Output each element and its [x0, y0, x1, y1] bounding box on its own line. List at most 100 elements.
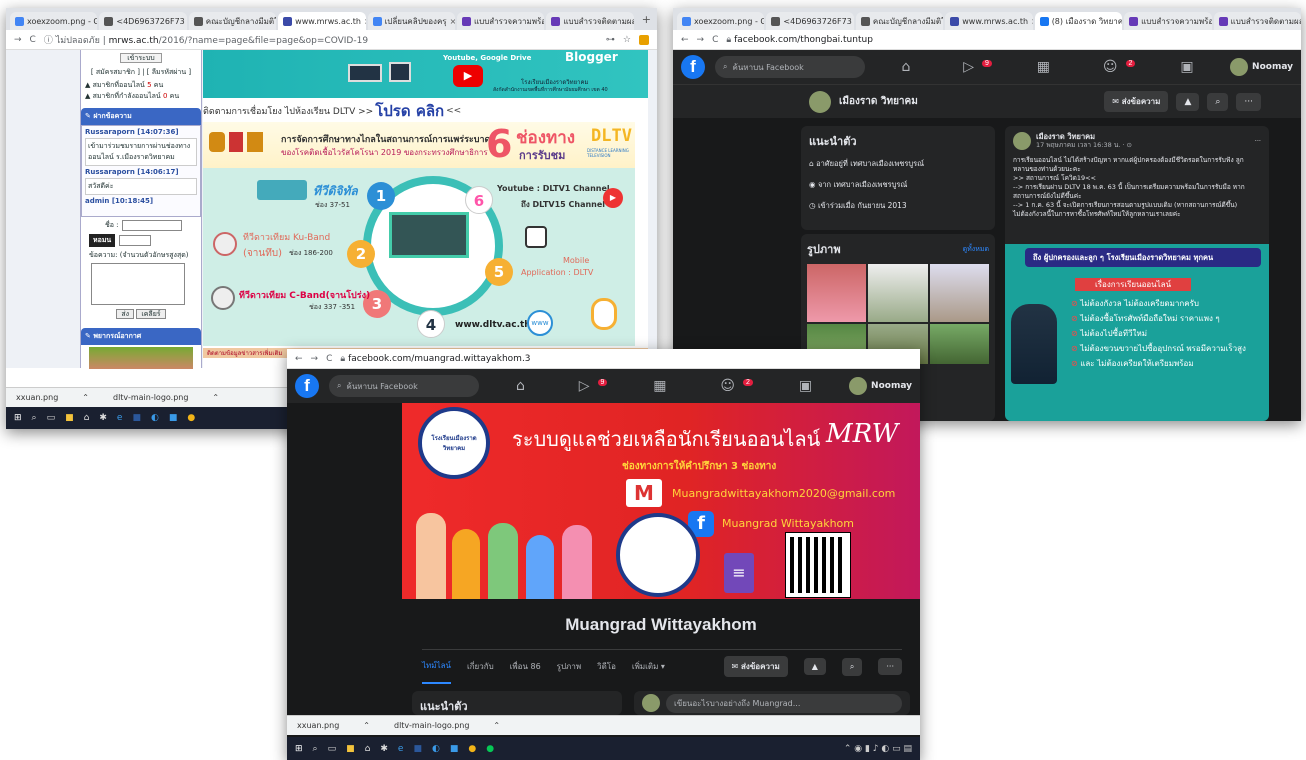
tab-about[interactable]: เกี่ยวกับ: [467, 660, 494, 673]
groups-icon[interactable]: ☺ 2: [720, 378, 753, 394]
settings-icon[interactable]: ✱: [380, 744, 388, 754]
url-field[interactable]: ⓘ ไม่ปลอดภัย | mrws.ac.th/2016/?name=pag…: [44, 33, 598, 47]
captcha-input[interactable]: [119, 235, 152, 246]
watch-icon[interactable]: ▷ 9: [963, 59, 992, 75]
tab-more[interactable]: เพิ่มเติม ▾: [632, 660, 665, 673]
search-icon[interactable]: ⌕: [841, 657, 863, 676]
watch-icon[interactable]: ▷ 9: [579, 378, 608, 394]
browser-tab[interactable]: แบบสำรวจความพร้อม×: [456, 12, 545, 30]
search-icon[interactable]: ⌕: [32, 413, 37, 423]
reload-icon[interactable]: C: [712, 35, 718, 45]
browser-tab[interactable]: เปลี่ยนคลิปของครุ ×: [367, 12, 455, 30]
close-icon[interactable]: ×: [450, 17, 455, 26]
gaming-icon[interactable]: ▣: [1180, 59, 1193, 75]
message-button[interactable]: ✉ ส่งข้อความ: [1104, 91, 1169, 112]
register-links[interactable]: [ สมัครสมาชิก ] | [ ลืมรหัสผ่าน ]: [81, 67, 201, 78]
file-explorer-icon[interactable]: ■: [346, 744, 355, 754]
app-icon[interactable]: ◐: [432, 744, 440, 754]
add-friend-icon[interactable]: ▲: [1176, 92, 1200, 111]
browser-tab[interactable]: www.mrws.ac.th×: [945, 12, 1033, 30]
marketplace-icon[interactable]: ▦: [653, 378, 666, 394]
page-name[interactable]: เมืองราด วิทยาคม: [839, 94, 918, 109]
back-icon[interactable]: ←: [681, 35, 689, 45]
edge-icon[interactable]: e: [117, 413, 123, 423]
photo-thumb[interactable]: [929, 264, 989, 322]
back-icon[interactable]: →: [14, 35, 22, 45]
marketplace-icon[interactable]: ▦: [1037, 59, 1050, 75]
tab-videos[interactable]: วิดีโอ: [597, 660, 616, 673]
browser-tab-active[interactable]: www.mrws.ac.th×: [278, 12, 366, 30]
message-textarea[interactable]: [91, 263, 185, 305]
reload-icon[interactable]: C: [326, 354, 332, 364]
browser-tab[interactable]: คณะบัญชีกลางมีมติให้×: [188, 12, 277, 30]
chevron-up-icon[interactable]: ⌃: [363, 721, 370, 730]
word-icon[interactable]: ■: [132, 413, 141, 423]
browser-tab[interactable]: คณะบัญชีกลางมีมติให้×: [855, 12, 944, 30]
clear-button[interactable]: เคลียร์: [136, 309, 166, 319]
chevron-up-icon[interactable]: ⌃: [82, 393, 89, 402]
app-icon[interactable]: ■: [450, 744, 459, 754]
reload-icon[interactable]: C: [30, 35, 36, 45]
browser-tab[interactable]: แบบสำรวจติดตามผล×: [1213, 12, 1301, 30]
chrome-icon[interactable]: ●: [468, 744, 476, 754]
task-view-icon[interactable]: ▭: [47, 413, 56, 423]
browser-tab[interactable]: แบบสำรวจติดตามผล×: [546, 12, 634, 30]
star-icon[interactable]: ☆: [623, 35, 631, 45]
tab-timeline[interactable]: ไทม์ไลน์: [422, 649, 451, 684]
download-item[interactable]: xxuan.png: [16, 393, 58, 402]
extension-icon[interactable]: [639, 34, 649, 45]
search-icon[interactable]: ⌕: [1207, 92, 1229, 111]
close-icon[interactable]: ×: [364, 17, 366, 26]
browser-tab[interactable]: xoexzoom.png - G×: [677, 12, 765, 30]
photo-thumb[interactable]: [868, 264, 928, 322]
windows-start-icon[interactable]: ⊞: [14, 413, 22, 423]
post-image[interactable]: ถึง ผู้ปกครองและลูก ๆ โรงเรียนเมืองราดวิ…: [1005, 244, 1269, 421]
store-icon[interactable]: ⌂: [365, 744, 371, 754]
browser-tab-active[interactable]: (8) เมืองราด วิทยาคม×: [1034, 12, 1123, 30]
user-chip[interactable]: Noomay: [1230, 58, 1293, 76]
browser-tab[interactable]: แบบสำรวจความพร้อม×: [1124, 12, 1212, 30]
system-tray[interactable]: ⌃ ◉ ▮ ♪ ◐ ▭ ▤: [844, 744, 912, 754]
dltv-link-line[interactable]: ติดตามการเชื่อมโยง ไปห้องเรียน DLTV >> โป…: [203, 98, 648, 124]
browser-tab[interactable]: xoexzoom.png - G×: [10, 12, 98, 30]
more-icon[interactable]: ···: [1236, 92, 1261, 111]
settings-icon[interactable]: ✱: [99, 413, 107, 423]
forward-icon[interactable]: →: [697, 35, 705, 45]
tab-friends[interactable]: เพื่อน 86: [510, 660, 541, 673]
back-icon[interactable]: ←: [295, 354, 303, 364]
name-input[interactable]: [121, 220, 182, 231]
facebook-logo-icon[interactable]: f: [295, 374, 319, 398]
download-item[interactable]: dltv-main-logo.png: [113, 393, 188, 402]
file-explorer-icon[interactable]: ■: [65, 413, 74, 423]
post-menu-icon[interactable]: ···: [1255, 137, 1261, 146]
chevron-up-icon[interactable]: ⌃: [493, 721, 500, 730]
send-button[interactable]: ส่ง: [116, 309, 135, 319]
browser-tab[interactable]: <4D6963726F73×: [766, 12, 854, 30]
key-icon[interactable]: ⊶: [606, 35, 615, 45]
facebook-search-input[interactable]: ⌕ ค้นหาบน Facebook: [329, 375, 479, 397]
user-chip[interactable]: Noomay: [849, 377, 912, 395]
task-view-icon[interactable]: ▭: [328, 744, 337, 754]
new-tab-icon[interactable]: +: [636, 13, 657, 26]
facebook-logo-icon[interactable]: f: [681, 55, 705, 79]
facebook-search-input[interactable]: ⌕ ค้นหาบน Facebook: [715, 56, 865, 78]
gaming-icon[interactable]: ▣: [799, 378, 812, 394]
windows-start-icon[interactable]: ⊞: [295, 744, 303, 754]
close-icon[interactable]: ×: [1031, 17, 1033, 26]
edge-icon[interactable]: e: [398, 744, 404, 754]
search-icon[interactable]: ⌕: [313, 744, 318, 754]
forward-icon[interactable]: →: [311, 354, 319, 364]
word-icon[interactable]: ■: [413, 744, 422, 754]
home-icon[interactable]: ⌂: [901, 59, 910, 75]
more-icon[interactable]: ···: [878, 658, 902, 675]
login-button[interactable]: เข้าระบบ: [120, 53, 162, 63]
app-icon[interactable]: ◐: [151, 413, 159, 423]
download-item[interactable]: xxuan.png: [297, 721, 339, 730]
see-all-link[interactable]: ดูทั้งหมด: [963, 244, 989, 255]
composer[interactable]: เขียนอะไรบางอย่างถึง Muangrad...: [634, 691, 910, 715]
tab-photos[interactable]: รูปภาพ: [557, 660, 581, 673]
home-icon[interactable]: ⌂: [516, 378, 525, 394]
line-icon[interactable]: ●: [486, 744, 494, 754]
chrome-icon[interactable]: ●: [187, 413, 195, 423]
cover-photo[interactable]: โรงเรียนเมืองราดวิทยาคม ระบบดูแลช่วยเหลื…: [402, 403, 920, 599]
